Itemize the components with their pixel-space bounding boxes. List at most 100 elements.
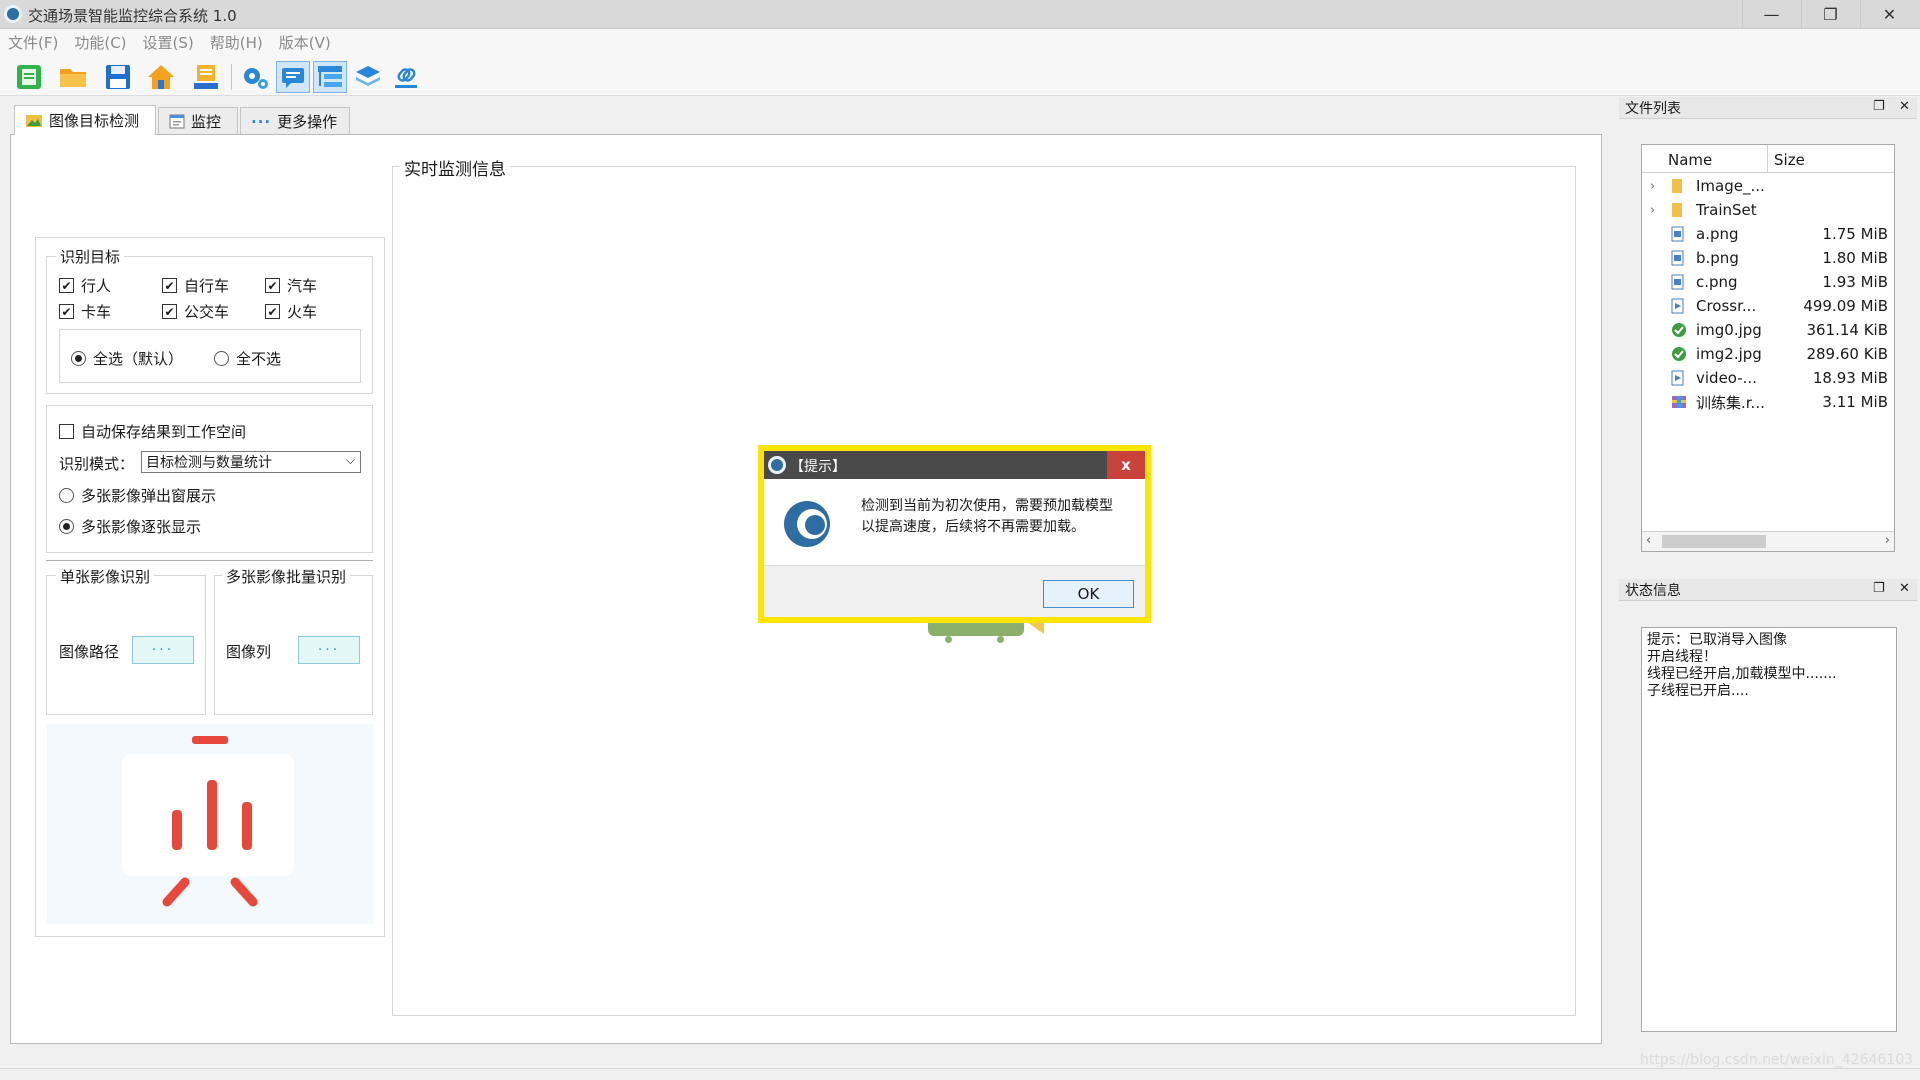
file-name: Crossr... <box>1696 297 1757 315</box>
menu-help[interactable]: 帮助(H) <box>210 32 263 53</box>
file-size: 1.93 MiB <box>1822 273 1888 291</box>
file-row[interactable]: img2.jpg 289.60 KiB <box>1642 342 1894 366</box>
float-icon[interactable]: ❐ <box>1873 581 1885 596</box>
scroll-right-icon[interactable]: › <box>1885 533 1890 548</box>
close-icon[interactable]: ✕ <box>1899 581 1910 596</box>
menu-settings[interactable]: 设置(S) <box>143 32 194 53</box>
new-doc-icon[interactable] <box>12 61 46 93</box>
file-size: 1.80 MiB <box>1822 249 1888 267</box>
folder-icon <box>1671 202 1685 218</box>
target-bicycle-checkbox[interactable]: ✔ 自行车 <box>162 275 229 296</box>
illustration <box>47 724 373 924</box>
file-name: 训练集.r... <box>1696 393 1765 412</box>
file-row[interactable]: b.png 1.80 MiB <box>1642 246 1894 270</box>
scrollbar-thumb[interactable] <box>1662 535 1766 548</box>
tab-image-detection[interactable]: 图像目标检测 <box>14 105 156 135</box>
video-file-icon <box>1671 370 1685 386</box>
home-icon[interactable] <box>144 61 178 93</box>
minimize-button[interactable]: — <box>1742 0 1800 29</box>
file-list-title-bar: 文件列表 ❐ ✕ <box>1619 97 1917 119</box>
title-bar: 交通场景智能监控综合系统 1.0 — ❐ ✕ <box>0 0 1920 29</box>
target-car-checkbox[interactable]: ✔ 汽车 <box>265 275 317 296</box>
toolbar <box>0 56 1920 96</box>
background-graphic-wheel <box>945 636 952 643</box>
targets-group-title: 识别目标 <box>56 246 125 267</box>
dialog-message: 检测到当前为初次使用，需要预加载模型 以提高速度，后续将不再需要加载。 <box>861 498 1113 535</box>
save-icon[interactable] <box>101 61 135 93</box>
chevron-down-icon: ⌵ <box>345 453 355 467</box>
file-row[interactable]: › TrainSet <box>1642 198 1894 222</box>
multi-popup-radio[interactable]: 多张影像弹出窗展示 <box>59 485 216 506</box>
info-logo-icon <box>784 501 830 547</box>
target-bus-checkbox[interactable]: ✔ 公交车 <box>162 301 229 322</box>
message-icon[interactable] <box>276 61 310 93</box>
file-row[interactable]: a.png 1.75 MiB <box>1642 222 1894 246</box>
restore-button[interactable]: ❐ <box>1801 0 1859 29</box>
close-icon[interactable]: ✕ <box>1899 99 1910 114</box>
settings-icon[interactable] <box>238 61 272 93</box>
checkbox-empty-icon <box>59 424 74 439</box>
layers-icon[interactable] <box>351 61 385 93</box>
tree-view-icon[interactable] <box>313 61 347 93</box>
app-icon <box>768 456 786 474</box>
menu-function[interactable]: 功能(C) <box>74 32 126 53</box>
dialog-close-button[interactable]: x <box>1107 451 1145 479</box>
menu-version[interactable]: 版本(V) <box>279 32 331 53</box>
status-bar-divider <box>0 1068 1920 1069</box>
radio-empty-icon <box>59 488 74 503</box>
select-all-radio[interactable]: 全选（默认） <box>71 348 183 369</box>
batch-recognition-title: 多张影像批量识别 <box>222 566 351 587</box>
link-icon[interactable] <box>389 61 423 93</box>
checkbox-checked-icon: ✔ <box>265 278 280 293</box>
status-line: 子线程已开启.... <box>1647 683 1749 699</box>
tab-monitor[interactable]: 监控 <box>158 107 238 135</box>
image-icon <box>26 114 42 127</box>
file-row[interactable]: › Image_... <box>1642 174 1894 198</box>
file-name: img2.jpg <box>1696 345 1762 363</box>
watermark: https://blog.csdn.net/weixin_42646103 <box>1640 1052 1914 1068</box>
tab-label: 图像目标检测 <box>49 112 140 130</box>
video-file-icon <box>1671 298 1685 314</box>
menu-file[interactable]: 文件(F) <box>8 32 58 53</box>
close-button[interactable]: ✕ <box>1860 0 1918 29</box>
mode-select[interactable]: 目标检测与数量统计 ⌵ <box>141 451 361 473</box>
image-list-browse-button[interactable]: ··· <box>298 636 360 664</box>
realtime-monitor-title: 实时监测信息 <box>400 155 510 180</box>
file-row[interactable]: 训练集.r... 3.11 MiB <box>1642 390 1894 414</box>
checkbox-checked-icon: ✔ <box>59 304 74 319</box>
open-folder-icon[interactable] <box>56 61 90 93</box>
multi-seq-radio[interactable]: 多张影像逐张显示 <box>59 516 201 537</box>
expand-arrow-icon[interactable]: › <box>1650 203 1655 218</box>
dialog-title-bar: 【提示】 x <box>764 451 1145 479</box>
float-icon[interactable]: ❐ <box>1873 99 1885 114</box>
scroll-left-icon[interactable]: ‹ <box>1646 533 1651 548</box>
jpg-file-icon <box>1671 346 1686 362</box>
file-row[interactable]: video-... 18.93 MiB <box>1642 366 1894 390</box>
status-log[interactable]: 提示：已取消导入图像 开启线程！ 线程已经开启,加载模型中....... 子线程… <box>1641 627 1897 1032</box>
checkbox-checked-icon: ✔ <box>162 304 177 319</box>
column-size[interactable]: Size <box>1768 145 1894 172</box>
image-file-icon <box>1671 226 1685 242</box>
radio-selected-icon <box>59 519 74 534</box>
target-pedestrian-checkbox[interactable]: ✔ 行人 <box>59 275 111 296</box>
ok-button[interactable]: OK <box>1043 580 1134 608</box>
image-file-icon <box>1671 274 1685 290</box>
tab-more-actions[interactable]: ··· 更多操作 <box>240 107 350 135</box>
file-row[interactable]: c.png 1.93 MiB <box>1642 270 1894 294</box>
file-name: img0.jpg <box>1696 321 1762 339</box>
target-truck-checkbox[interactable]: ✔ 卡车 <box>59 301 111 322</box>
dialog-body: 检测到当前为初次使用，需要预加载模型 以提高速度，后续将不再需要加载。 <box>764 479 1145 566</box>
file-row[interactable]: Crossr... 499.09 MiB <box>1642 294 1894 318</box>
target-train-checkbox[interactable]: ✔ 火车 <box>265 301 317 322</box>
horizontal-scrollbar[interactable]: ‹ › <box>1642 531 1894 551</box>
expand-arrow-icon[interactable]: › <box>1650 179 1655 194</box>
auto-save-checkbox[interactable]: 自动保存结果到工作空间 <box>59 421 246 442</box>
column-name[interactable]: Name <box>1642 145 1768 172</box>
file-size: 1.75 MiB <box>1822 225 1888 243</box>
chart-illustration-icon <box>122 736 294 907</box>
select-none-radio[interactable]: 全不选 <box>214 348 281 369</box>
image-path-browse-button[interactable]: ··· <box>132 636 194 664</box>
file-row[interactable]: img0.jpg 361.14 KiB <box>1642 318 1894 342</box>
import-icon[interactable] <box>189 61 223 93</box>
file-size: 3.11 MiB <box>1822 393 1888 411</box>
